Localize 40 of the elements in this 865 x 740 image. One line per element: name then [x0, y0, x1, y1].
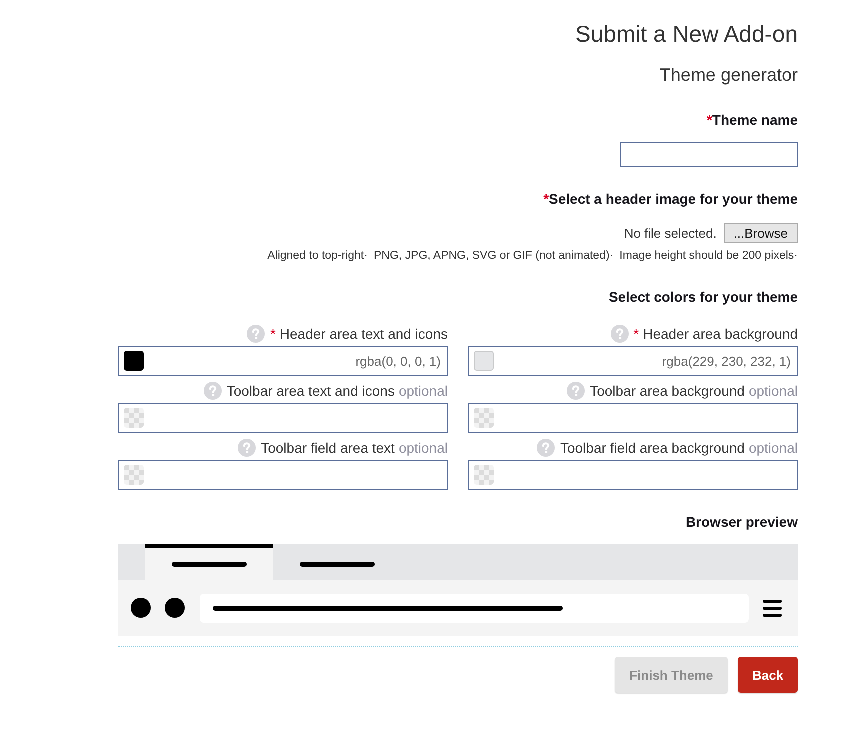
section-heading: Select colors for your theme	[608, 288, 798, 307]
help-icon[interactable]	[567, 382, 586, 400]
page-subtitle: Theme generator	[660, 64, 798, 87]
hint-text: PNG, JPG, APNG, SVG or GIF (not animated)·	[374, 249, 614, 264]
field-label: Toolbar field area text optional	[261, 439, 448, 458]
menu-icon	[763, 600, 782, 616]
field-label: Toolbar area text and icons optional	[226, 382, 448, 401]
help-icon[interactable]	[537, 439, 556, 457]
checkerboard-swatch-icon	[124, 408, 144, 428]
hint-text: Aligned to top-right·	[268, 249, 368, 264]
help-icon[interactable]	[247, 325, 266, 343]
field-label: Toolbar area background optional	[590, 382, 798, 401]
color-field[interactable]	[118, 403, 448, 433]
checkerboard-swatch-icon	[474, 465, 494, 485]
field-label: Toolbar field area background optional	[560, 439, 798, 458]
hint-text: Image height should be 200 pixels·	[620, 249, 798, 264]
section-heading: Browser preview	[686, 513, 798, 532]
field-label: * Header area background	[634, 325, 798, 344]
help-icon[interactable]	[204, 382, 222, 400]
help-icon[interactable]	[238, 439, 256, 457]
checkerboard-swatch-icon	[124, 465, 144, 485]
circle-icon	[131, 598, 151, 618]
field-label: *Theme name	[706, 111, 798, 130]
color-field[interactable]	[118, 460, 448, 490]
text-line-icon	[172, 562, 247, 566]
color-field[interactable]	[468, 403, 798, 433]
circle-icon	[165, 598, 185, 618]
field-label: *Select a header image for your theme	[544, 190, 798, 209]
file-status-text: No file selected.	[624, 226, 717, 240]
color-field[interactable]: rgba(229, 230, 232, 1)	[468, 346, 798, 376]
browse-button[interactable]: ...Browse	[724, 223, 798, 243]
field-label: * Header area text and icons	[270, 325, 448, 344]
color-field[interactable]: rgba(0, 0, 0, 1)	[118, 346, 448, 376]
text-line-icon	[213, 606, 563, 610]
page-title: Submit a New Add-on	[576, 20, 798, 49]
back-button[interactable]: Back	[738, 657, 798, 693]
checkerboard-swatch-icon	[474, 408, 494, 428]
color-field[interactable]	[468, 460, 798, 490]
help-icon[interactable]	[610, 325, 629, 343]
theme-name-input[interactable]	[620, 142, 798, 167]
